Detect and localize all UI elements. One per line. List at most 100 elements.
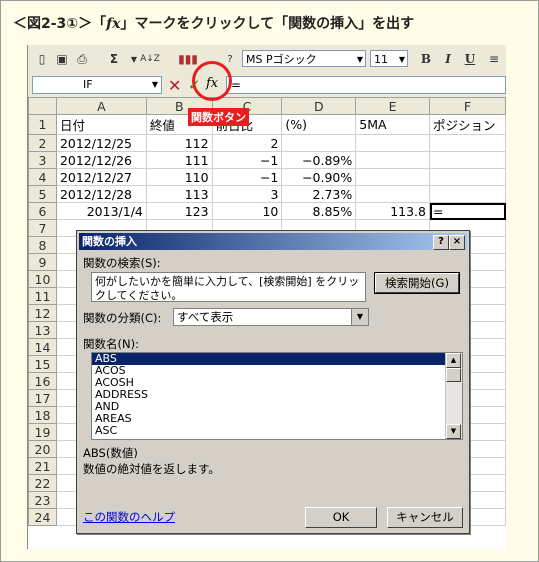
formula-input[interactable]: = [226, 76, 506, 94]
cell[interactable]: 5MA [355, 114, 430, 135]
cell[interactable]: −0.90% [281, 168, 357, 186]
row-header[interactable]: 2 [28, 134, 57, 152]
list-item[interactable]: ACOS [92, 365, 462, 377]
search-start-button[interactable]: 検索開始(G) [374, 272, 460, 294]
cell[interactable]: ポジション [429, 114, 506, 135]
cell[interactable] [429, 168, 506, 186]
help-icon[interactable]: ? [220, 49, 240, 69]
dialog-titlebar[interactable]: 関数の挿入 ? × [79, 233, 467, 250]
row-header[interactable]: 20 [28, 440, 57, 458]
cell[interactable]: 123 [145, 202, 213, 220]
row-header[interactable]: 11 [28, 287, 57, 305]
row-header[interactable]: 15 [28, 355, 57, 373]
row-header[interactable]: 1 [28, 114, 57, 135]
select-all-corner[interactable] [28, 97, 57, 115]
print-icon[interactable]: ⎙ [72, 49, 92, 69]
cell[interactable] [429, 185, 506, 203]
list-item[interactable]: AND [92, 401, 462, 413]
cell[interactable]: = [429, 202, 506, 220]
column-header[interactable]: A [55, 97, 147, 115]
cell[interactable] [281, 134, 357, 152]
row-header[interactable]: 16 [28, 372, 57, 390]
cell[interactable]: 2013/1/4 [55, 202, 147, 220]
chevron-down-icon[interactable]: ▼ [351, 309, 368, 325]
cell[interactable]: 110 [145, 168, 213, 186]
row-header[interactable]: 22 [28, 474, 57, 492]
cell[interactable]: 111 [145, 151, 213, 169]
list-item[interactable]: ABS [92, 353, 462, 365]
dialog-help-button[interactable]: ? [433, 235, 449, 250]
cell[interactable]: 3 [211, 185, 283, 203]
autosum-button[interactable]: Σ [104, 49, 124, 69]
save-icon[interactable]: ▣ [52, 49, 72, 69]
list-item[interactable]: ASC [92, 425, 462, 437]
column-header[interactable]: E [355, 97, 430, 115]
underline-button[interactable]: U [460, 49, 480, 69]
cell[interactable]: (%) [281, 114, 357, 135]
dialog-close-button[interactable]: × [449, 235, 465, 250]
cell[interactable]: 2012/12/25 [55, 134, 147, 152]
sort-ascending-button[interactable]: A↓Z [140, 49, 160, 69]
italic-button[interactable]: I [438, 49, 458, 69]
scroll-thumb[interactable] [446, 368, 461, 382]
cell[interactable]: −1 [211, 151, 283, 169]
cell[interactable]: 113 [145, 185, 213, 203]
cancel-entry-button[interactable]: ✕ [168, 76, 181, 95]
cell[interactable]: 112 [145, 134, 213, 152]
cell[interactable]: 113.8 [355, 202, 430, 220]
function-list[interactable]: ABS ACOS ACOSH ADDRESS AND AREAS ASC ▲ ▼ [91, 352, 463, 440]
row-header[interactable]: 14 [28, 338, 57, 356]
cell[interactable]: 8.85% [281, 202, 357, 220]
column-header[interactable]: F [429, 97, 506, 115]
cell[interactable]: 2012/12/26 [55, 151, 147, 169]
name-box[interactable]: IF ▼ [32, 76, 162, 94]
font-name-select[interactable]: MS Pゴシック ▼ [242, 50, 366, 67]
row-header[interactable]: 4 [28, 168, 57, 186]
cell[interactable] [355, 168, 430, 186]
align-left-icon[interactable]: ≡ [484, 49, 504, 69]
row-header[interactable]: 12 [28, 304, 57, 322]
cell[interactable]: 10 [211, 202, 283, 220]
cancel-button[interactable]: キャンセル [387, 507, 463, 528]
function-search-input[interactable]: 何がしたいかを簡単に入力して、[検索開始] をクリックしてください。 [91, 272, 366, 302]
row-header[interactable]: 23 [28, 491, 57, 509]
cell[interactable]: 2 [211, 134, 283, 152]
scroll-up-icon[interactable]: ▲ [446, 353, 461, 368]
list-scrollbar[interactable]: ▲ ▼ [445, 353, 462, 439]
cell[interactable]: −0.89% [281, 151, 357, 169]
bold-button[interactable]: B [416, 49, 436, 69]
row-header[interactable]: 5 [28, 185, 57, 203]
row-header[interactable]: 19 [28, 423, 57, 441]
list-item[interactable]: ADDRESS [92, 389, 462, 401]
row-header[interactable]: 8 [28, 236, 57, 254]
font-size-select[interactable]: 11 ▼ [370, 50, 408, 67]
cell[interactable] [429, 134, 506, 152]
insert-function-button[interactable]: fx [206, 76, 218, 91]
row-header[interactable]: 6 [28, 202, 57, 220]
cell[interactable]: 日付 [55, 114, 147, 135]
column-header[interactable]: D [281, 97, 357, 115]
cell[interactable]: −1 [211, 168, 283, 186]
cell[interactable] [355, 151, 430, 169]
chart-wizard-icon[interactable]: ▮▮▮ [178, 49, 198, 69]
cell[interactable] [355, 185, 430, 203]
category-select[interactable]: すべて表示 ▼ [173, 308, 369, 326]
row-header[interactable]: 3 [28, 151, 57, 169]
row-header[interactable]: 21 [28, 457, 57, 475]
cell[interactable]: 2012/12/27 [55, 168, 147, 186]
new-file-icon[interactable]: ▯ [32, 49, 52, 69]
row-header[interactable]: 9 [28, 253, 57, 271]
enter-entry-button[interactable]: ✓ [188, 76, 201, 94]
function-help-link[interactable]: この関数のヘルプ [83, 509, 175, 525]
cell[interactable] [429, 151, 506, 169]
row-header[interactable]: 7 [28, 219, 57, 237]
row-header[interactable]: 10 [28, 270, 57, 288]
row-header[interactable]: 24 [28, 508, 57, 526]
cell[interactable] [355, 134, 430, 152]
row-header[interactable]: 13 [28, 321, 57, 339]
row-header[interactable]: 17 [28, 389, 57, 407]
list-item[interactable]: AREAS [92, 413, 462, 425]
scroll-down-icon[interactable]: ▼ [446, 424, 461, 439]
cell[interactable]: 2.73% [281, 185, 357, 203]
row-header[interactable]: 18 [28, 406, 57, 424]
